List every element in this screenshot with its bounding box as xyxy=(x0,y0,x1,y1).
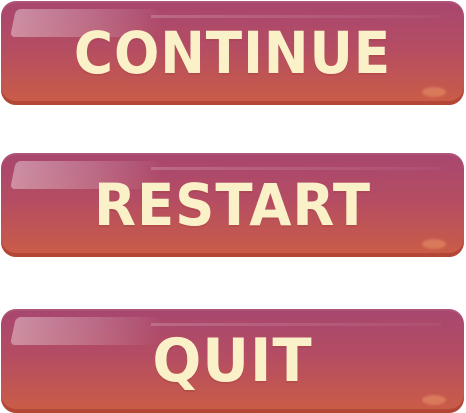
continue-button[interactable]: CONTINUE xyxy=(1,1,464,105)
quit-label: QUIT xyxy=(152,326,313,396)
pause-menu: CONTINUE RESTART QUIT xyxy=(0,0,466,413)
quit-button[interactable]: QUIT xyxy=(1,309,464,413)
continue-label: CONTINUE xyxy=(73,19,392,87)
restart-button[interactable]: RESTART xyxy=(1,153,464,257)
restart-label: RESTART xyxy=(94,171,371,239)
